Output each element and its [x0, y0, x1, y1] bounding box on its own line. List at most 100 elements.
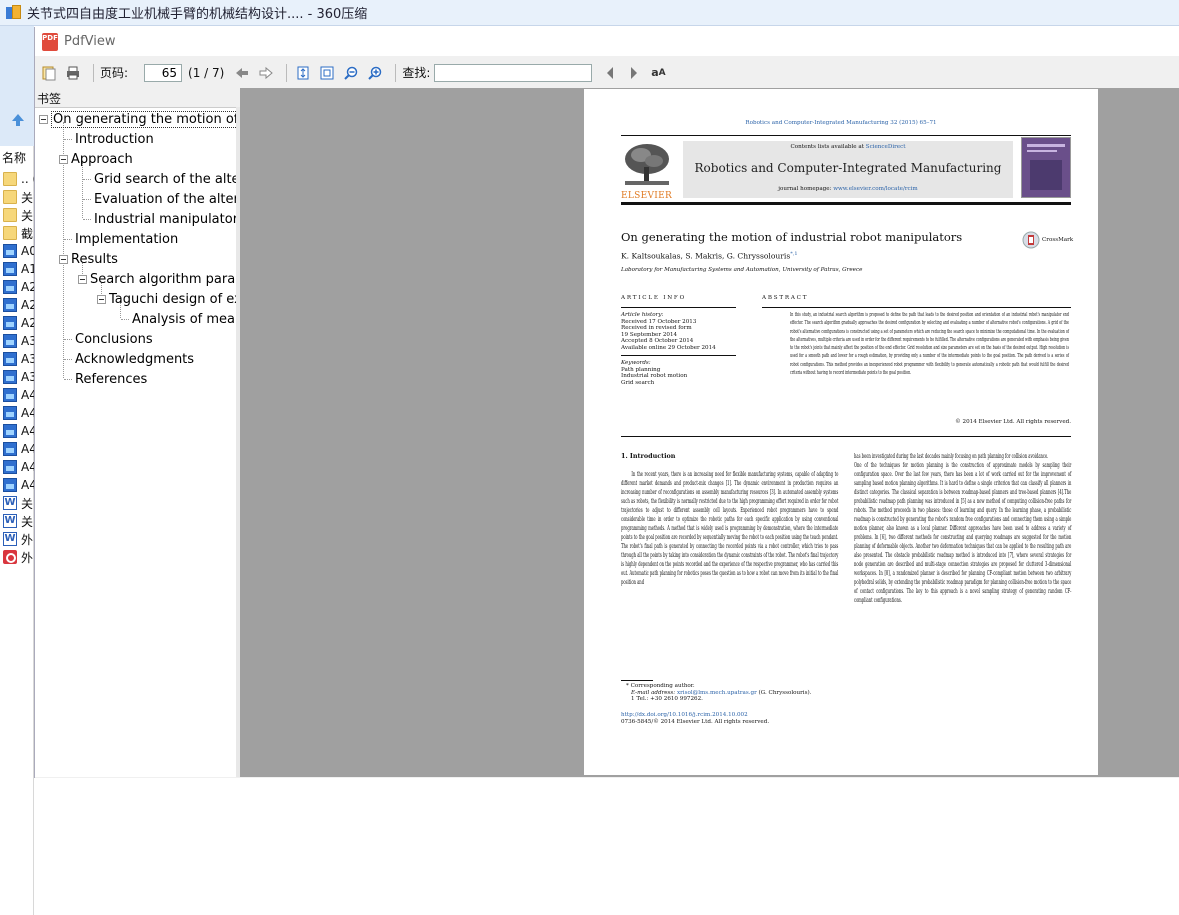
collapse-toggle[interactable] — [59, 154, 68, 164]
doi-link[interactable]: http://dx.doi.org/10.1016/j.rcim.2014.10… — [621, 712, 921, 719]
info-rule — [621, 307, 736, 308]
bookmark-item[interactable]: Conclusions — [64, 329, 153, 349]
bookmark-item[interactable]: Results — [59, 249, 118, 269]
file-list-item[interactable]: A1 — [3, 261, 34, 277]
crossmark-badge[interactable]: CrossMark — [1022, 231, 1073, 249]
collapse-toggle[interactable] — [78, 274, 87, 284]
file-list-item[interactable]: 关 — [3, 189, 34, 205]
sciencedirect-link[interactable]: ScienceDirect — [866, 144, 906, 150]
word-file-icon: W — [3, 496, 17, 510]
file-list-item[interactable]: 外 — [3, 549, 34, 565]
file-list-item[interactable]: A0 — [3, 243, 34, 259]
file-list-item[interactable]: A4 — [3, 441, 34, 457]
file-list-label: A1 — [21, 262, 34, 276]
find-previous-icon[interactable] — [600, 63, 620, 83]
file-list-item[interactable]: A2 — [3, 315, 34, 331]
image-file-icon — [3, 316, 17, 330]
file-list-label: 关 — [21, 514, 34, 529]
column-2-text: has been investigated during the last de… — [854, 452, 1072, 604]
crossmark-label: CrossMark — [1042, 236, 1074, 243]
find-input[interactable] — [434, 63, 593, 82]
file-list-label: A4 — [21, 478, 34, 492]
file-list-item[interactable]: A3 — [3, 351, 34, 367]
tree-connector — [83, 198, 91, 200]
file-list-item[interactable]: A4 — [3, 387, 34, 403]
file-list-item[interactable]: 关 — [3, 207, 34, 223]
elsevier-logo: ELSEVIER — [621, 141, 673, 201]
bookmark-item[interactable]: Implementation — [64, 229, 178, 249]
tree-connector — [83, 178, 91, 180]
file-list-label: A3 — [21, 334, 34, 348]
open-file-icon[interactable] — [39, 63, 59, 83]
file-list-item[interactable]: A3 — [3, 333, 34, 349]
zoom-in-icon[interactable] — [365, 63, 385, 83]
image-file-icon — [3, 262, 17, 276]
footnotes: * Corresponding author. E-mail address: … — [626, 683, 812, 703]
bookmark-item[interactable]: Grid search of the altern — [83, 169, 236, 189]
homepage-link[interactable]: www.elsevier.com/locate/rcim — [833, 186, 918, 192]
bookmark-item[interactable]: Evaluation of the alterna — [83, 189, 236, 209]
collapse-toggle[interactable] — [39, 114, 48, 124]
image-file-icon — [3, 334, 17, 348]
bookmark-item[interactable]: References — [64, 369, 147, 389]
tree-connector — [121, 318, 129, 320]
next-page-icon[interactable] — [256, 63, 276, 83]
bookmark-item[interactable]: Approach — [59, 149, 133, 169]
bookmark-header: 书签 — [37, 92, 62, 106]
toolbar-separator — [93, 63, 94, 82]
file-list-item[interactable]: A4 — [3, 405, 34, 421]
file-list-item[interactable]: W关 — [3, 495, 34, 511]
article-history: Article history: Received 17 October 201… — [621, 312, 716, 351]
file-list-item[interactable]: A2 — [3, 297, 34, 313]
file-list-item[interactable]: 截 — [3, 225, 34, 241]
image-file-icon — [3, 352, 17, 366]
page-number-input[interactable] — [144, 63, 183, 82]
tree-connector — [83, 218, 91, 220]
image-file-icon — [3, 406, 17, 420]
abstract-rule — [762, 307, 1071, 308]
file-list-item[interactable]: A4 — [3, 477, 34, 493]
file-list-item[interactable]: W关 — [3, 513, 34, 529]
journal-banner: Contents lists available at ScienceDirec… — [683, 141, 1013, 198]
outer-window-title: 关节式四自由度工业机械手臂的机械结构设计.... - 360压缩 — [27, 7, 368, 22]
name-column-header[interactable]: 名称 — [2, 149, 26, 166]
collapse-toggle[interactable] — [97, 294, 106, 304]
file-list-item[interactable]: .. ( — [3, 171, 34, 187]
bookmark-label: Analysis of means — [132, 311, 236, 327]
bookmark-item[interactable]: Industrial manipulator m — [83, 209, 236, 229]
file-list-item[interactable]: A4 — [3, 459, 34, 475]
fit-page-icon[interactable] — [317, 63, 337, 83]
pdf-app-icon: PDF — [42, 32, 58, 51]
image-file-icon — [3, 370, 17, 384]
collapse-toggle[interactable] — [59, 254, 68, 264]
zoom-out-icon[interactable] — [341, 63, 361, 83]
document-viewer[interactable]: Robotics and Computer-Integrated Manufac… — [240, 88, 1179, 777]
bookmark-item[interactable]: Taguchi design of ex — [97, 289, 236, 309]
find-next-icon[interactable] — [624, 63, 644, 83]
bookmark-item[interactable]: On generating the motion of in — [39, 109, 236, 129]
pdfview-titlebar: PDF PdfView — [35, 27, 1179, 56]
print-icon[interactable] — [63, 63, 83, 83]
fit-height-icon[interactable] — [293, 63, 313, 83]
bookmark-label: Taguchi design of ex — [109, 291, 236, 307]
article-info-heading: A R T I C L E I N F O — [621, 295, 685, 301]
file-list-item[interactable]: A3 — [3, 369, 34, 385]
email-link[interactable]: xrisol@lms.mech.upatras.gr — [677, 690, 757, 696]
match-case-icon[interactable]: aA — [648, 63, 668, 83]
file-list-item[interactable]: A2 — [3, 279, 34, 295]
image-file-icon — [3, 244, 17, 258]
paper-authors: K. Kaltsoukalas, S. Makris, G. Chryssolo… — [621, 251, 798, 261]
pdf-file-icon — [3, 550, 17, 564]
page-count: (1 / 7) — [188, 65, 225, 80]
copyright: © 2014 Elsevier Ltd. All rights reserved… — [955, 419, 1071, 425]
up-arrow-icon[interactable] — [10, 112, 26, 128]
bookmark-item[interactable]: Acknowledgments — [64, 349, 194, 369]
bookmark-item[interactable]: Search algorithm param — [78, 269, 236, 289]
file-list-item[interactable]: W外 — [3, 531, 34, 547]
bookmark-item[interactable]: Analysis of means — [121, 309, 236, 329]
file-list-item[interactable]: A4 — [3, 423, 34, 439]
info-divider — [621, 355, 736, 356]
footnote-rule — [621, 680, 653, 681]
bookmark-item[interactable]: Introduction — [64, 129, 154, 149]
previous-page-icon[interactable] — [232, 63, 252, 83]
